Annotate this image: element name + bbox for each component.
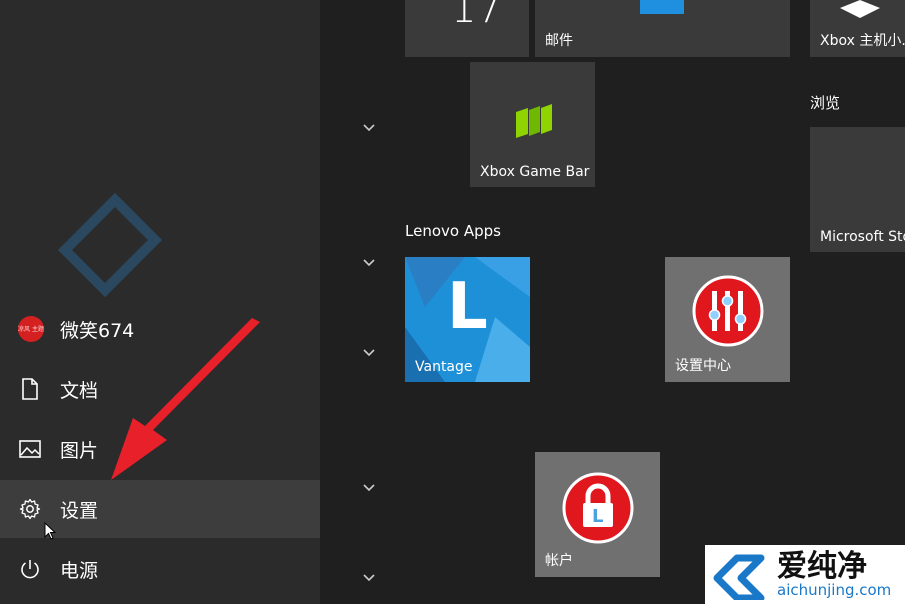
mail-icon — [640, 0, 684, 14]
chevron-down-icon[interactable] — [362, 573, 376, 583]
microsoft-store-tile[interactable]: Microsoft Sto — [810, 127, 905, 252]
picture-icon — [18, 437, 42, 461]
avatar: 凉风 主题 — [18, 316, 44, 342]
settings-center-tile[interactable]: 设置中心 — [665, 257, 790, 382]
lenovo-vantage-logo-icon: L — [447, 270, 488, 344]
vantage-tile[interactable]: L Vantage — [405, 257, 530, 382]
xbox-console-tile[interactable]: Xbox 主机小... — [810, 0, 905, 57]
gear-icon — [18, 497, 42, 521]
tile-label: Microsoft Sto — [820, 229, 905, 245]
tile-label: Vantage — [415, 359, 473, 375]
red-arrow-annotation — [111, 318, 260, 480]
mouse-cursor-icon — [44, 522, 56, 540]
tile-label: Xbox 主机小... — [820, 33, 905, 49]
xbox-game-bar-tile[interactable]: Xbox Game Bar — [470, 62, 595, 187]
chevron-down-icon[interactable] — [362, 348, 376, 358]
chevron-down-icon[interactable] — [362, 123, 376, 133]
xbox-game-bar-icon — [516, 104, 552, 138]
mail-tile[interactable]: 邮件 — [535, 0, 790, 57]
watermark-logo-icon — [713, 554, 765, 600]
account-tile[interactable]: L 帐户 — [535, 452, 660, 577]
sidebar-item-label: 文档 — [60, 379, 99, 402]
tile-label: 帐户 — [545, 553, 573, 569]
sidebar-item-power[interactable]: 电源 — [0, 540, 320, 598]
power-icon — [18, 557, 42, 581]
tile-label: 设置中心 — [675, 358, 731, 374]
equalizer-sliders-icon — [692, 275, 764, 347]
group-title-lenovo-apps: Lenovo Apps — [405, 222, 501, 240]
watermark-badge: 爱纯净 aichunjing.com — [705, 545, 905, 604]
calendar-tile[interactable]: 17 — [405, 0, 529, 57]
group-title-browse: 浏览 — [810, 94, 841, 112]
tile-label: Xbox Game Bar — [480, 164, 590, 180]
tile-label: 邮件 — [545, 33, 573, 49]
watermark-url: aichunjing.com — [777, 580, 892, 599]
xbox-console-icon — [840, 0, 880, 18]
account-letter: L — [592, 506, 604, 527]
sidebar-item-label: 图片 — [60, 439, 99, 462]
calendar-date: 17 — [451, 0, 502, 32]
watermark-title: 爱纯净 — [777, 548, 867, 584]
sidebar-item-label: 设置 — [60, 499, 99, 522]
sidebar-item-label: 电源 — [60, 559, 99, 582]
watermark-logo-icon — [57, 192, 163, 298]
chevron-down-icon[interactable] — [362, 258, 376, 268]
document-icon — [18, 377, 42, 401]
chevron-down-icon[interactable] — [362, 483, 376, 493]
